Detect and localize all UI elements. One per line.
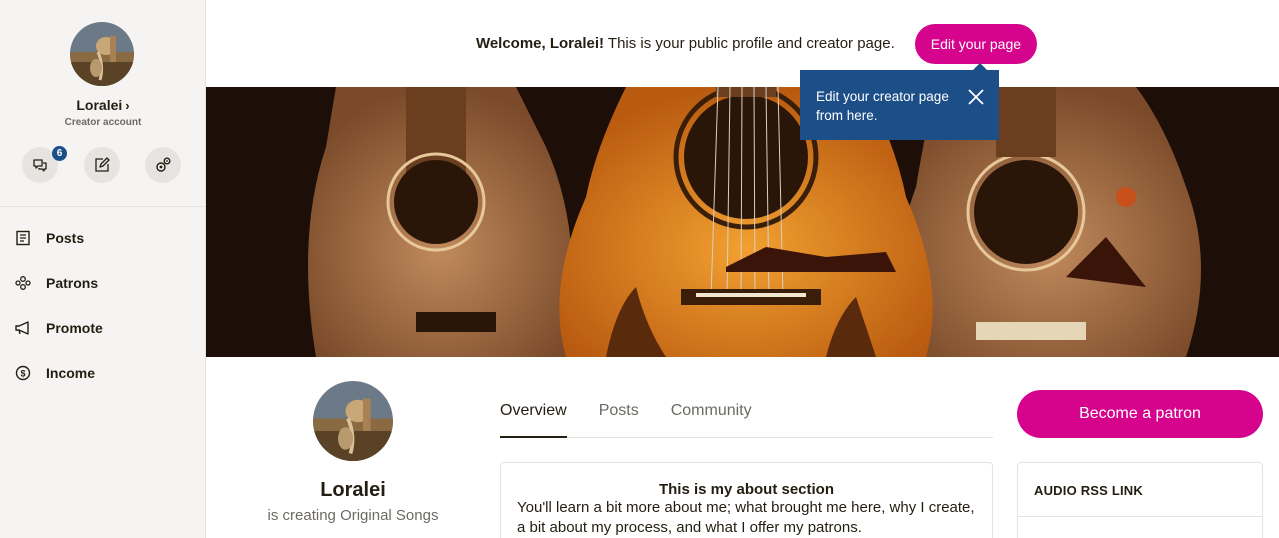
sidebar-avatar[interactable] [70,22,134,86]
sidebar-item-promote[interactable]: Promote [0,310,206,346]
sidebar-item-label: Posts [46,230,85,246]
tab-posts[interactable]: Posts [599,390,639,438]
profile-name: Loralei [320,479,386,501]
gear-icon [156,157,171,172]
profile-avatar [313,381,393,461]
about-title: This is my about section [658,481,835,498]
tab-overview[interactable]: Overview [500,390,567,438]
sidebar-item-label: Patrons [46,275,99,291]
sidebar-item-label: Income [46,365,96,381]
sidebar-divider [0,206,206,207]
welcome-greeting: Welcome, Loralei! [475,35,605,52]
tooltip-text: Edit your creator page from here. [816,89,949,123]
close-icon[interactable] [967,88,985,106]
sidebar-item-label: Promote [46,320,103,336]
about-body: You'll learn a bit more about me; what b… [517,499,975,536]
profile-tagline: is creating Original Songs [267,507,439,524]
welcome-description: This is your public profile and creator … [604,35,895,52]
edit-icon [95,157,110,172]
megaphone-icon [14,319,32,337]
become-a-patron-button[interactable]: Become a patron [1017,390,1263,438]
patrons-icon [14,274,32,292]
sidebar-item-posts[interactable]: Posts [0,220,206,256]
sidebar-account-type: Creator account [64,117,142,128]
sidebar-user-name[interactable]: Loralei › [0,97,206,113]
create-post-button[interactable] [84,147,120,183]
cover-banner [206,87,1279,357]
edit-page-tooltip: Edit your creator page from here. [800,63,999,140]
about-section: This is my about section You'll learn a … [500,462,993,538]
sidebar-item-income[interactable]: $ Income [0,355,206,391]
welcome-message: Welcome, Loralei! This is your public pr… [476,35,895,52]
dollar-icon: $ [14,364,32,382]
posts-icon [14,229,32,247]
rss-title: AUDIO RSS LINK [1018,463,1262,517]
svg-text:$: $ [20,369,25,379]
settings-button[interactable] [145,147,181,183]
sidebar-item-patrons[interactable]: Patrons [0,265,206,301]
messages-badge: 6 [52,146,67,161]
sidebar-user-name-label[interactable]: Loralei [76,97,122,113]
creator-sidebar: Loralei › Creator account 6 Posts Patron… [0,0,206,538]
guitars-illustration [206,87,1279,357]
audio-rss-panel: AUDIO RSS LINK [1017,462,1263,538]
edit-your-page-button[interactable]: Edit your page [914,23,1038,64]
chevron-right-icon: › [125,98,130,113]
tab-community[interactable]: Community [671,390,752,438]
profile-tabs: Overview Posts Community [500,390,993,438]
messages-icon [33,159,47,172]
welcome-bar: Welcome, Loralei! This is your public pr… [206,0,1279,87]
